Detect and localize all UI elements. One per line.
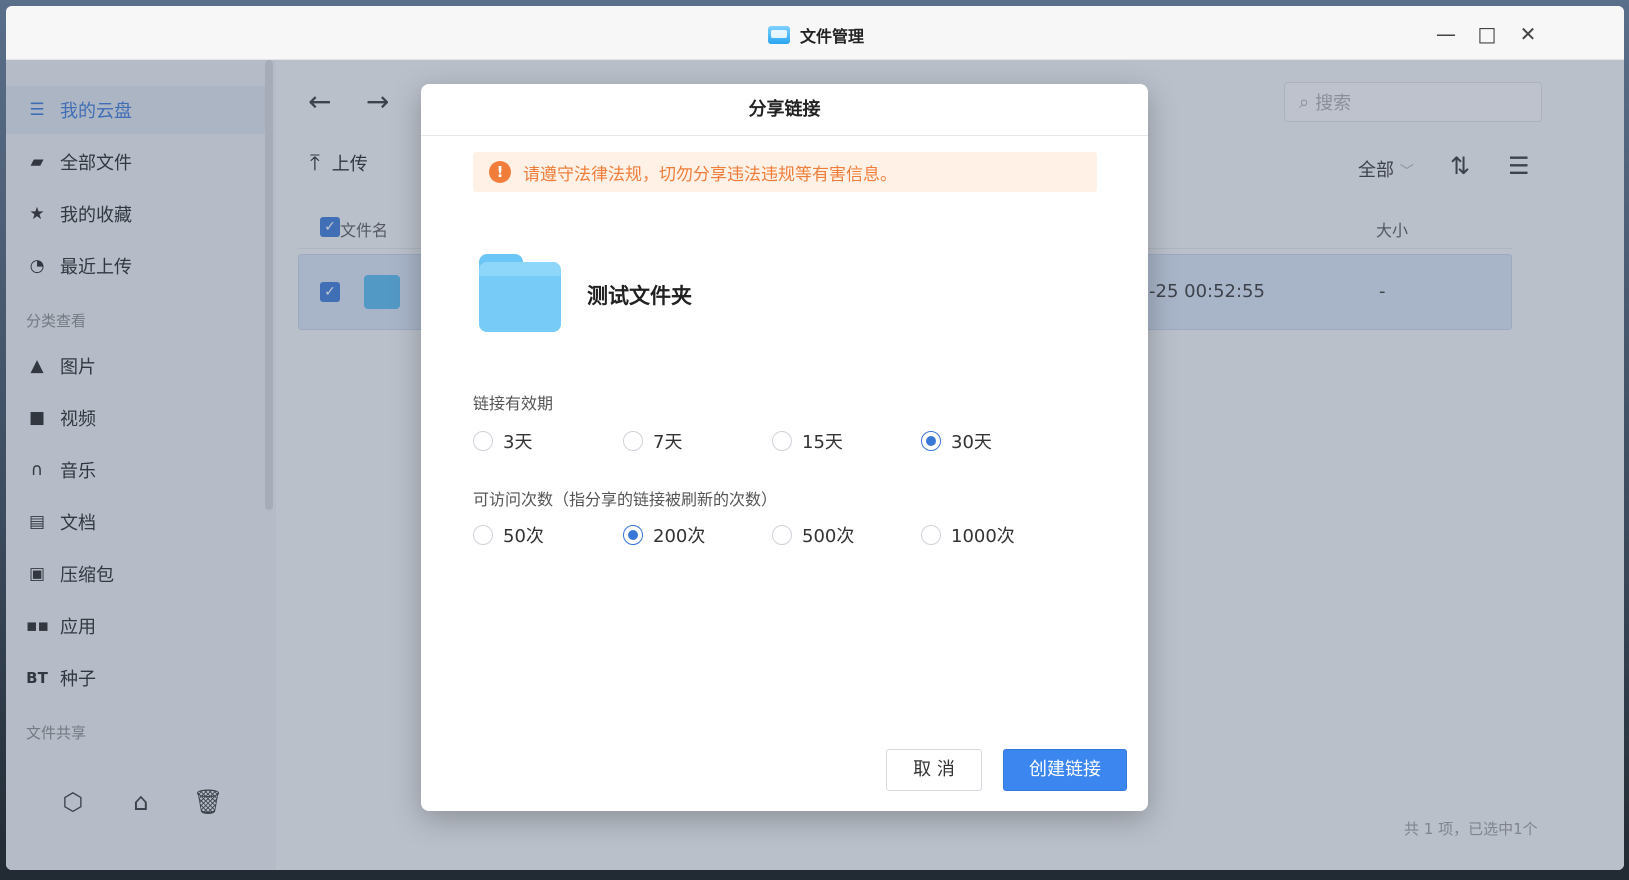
share-link-dialog: 分享链接 ! 请遵守法律法规，切勿分享违法违规等有害信息。 测试文件夹 链接有效… (421, 84, 1148, 811)
minimize-button[interactable]: — (1432, 20, 1460, 48)
radio-label: 3天 (503, 432, 533, 453)
shared-folder-name: 测试文件夹 (587, 284, 692, 308)
visits-option-1000[interactable]: 1000次 (921, 522, 1015, 548)
radio-dot (623, 431, 643, 451)
radio-dot (473, 525, 493, 545)
validity-option-7d[interactable]: 7天 (623, 428, 682, 454)
validity-radio-group: 3天 7天 15天 30天 (473, 428, 1093, 458)
maximize-button[interactable]: □ (1473, 20, 1501, 48)
radio-dot-checked (623, 525, 643, 545)
title-wrap: 文件管理 (768, 23, 864, 47)
radio-label: 7天 (653, 432, 683, 453)
validity-option-3d[interactable]: 3天 (473, 428, 532, 454)
visits-option-200[interactable]: 200次 (623, 522, 705, 548)
radio-dot (772, 525, 792, 545)
cancel-button[interactable]: 取 消 (886, 749, 982, 791)
dialog-title: 分享链接 (421, 84, 1148, 136)
radio-label: 1000次 (951, 526, 1015, 547)
visits-radio-group: 50次 200次 500次 1000次 (473, 522, 1093, 552)
window-title: 文件管理 (800, 27, 865, 46)
radio-dot (921, 525, 941, 545)
warning-banner: ! 请遵守法律法规，切勿分享违法违规等有害信息。 (473, 152, 1097, 192)
close-button[interactable]: ✕ (1514, 20, 1542, 48)
radio-label: 30天 (951, 432, 992, 453)
validity-option-15d[interactable]: 15天 (772, 428, 843, 454)
visits-label: 可访问次数（指分享的链接被刷新的次数） (473, 490, 778, 509)
warning-text: 请遵守法律法规，切勿分享违法违规等有害信息。 (523, 164, 897, 185)
radio-dot (473, 431, 493, 451)
validity-option-30d[interactable]: 30天 (921, 428, 992, 454)
file-manager-app-icon (768, 26, 790, 44)
radio-dot (772, 431, 792, 451)
visits-option-50[interactable]: 50次 (473, 522, 544, 548)
create-link-button[interactable]: 创建链接 (1003, 749, 1127, 791)
radio-label: 500次 (802, 526, 855, 547)
title-bar: 文件管理 — □ ✕ (6, 6, 1624, 60)
radio-label: 15天 (802, 432, 843, 453)
visits-option-500[interactable]: 500次 (772, 522, 854, 548)
radio-dot-checked (921, 431, 941, 451)
warning-icon: ! (489, 161, 511, 183)
radio-label: 50次 (503, 526, 544, 547)
validity-label: 链接有效期 (473, 394, 554, 413)
folder-icon (479, 254, 561, 332)
radio-label: 200次 (653, 526, 706, 547)
